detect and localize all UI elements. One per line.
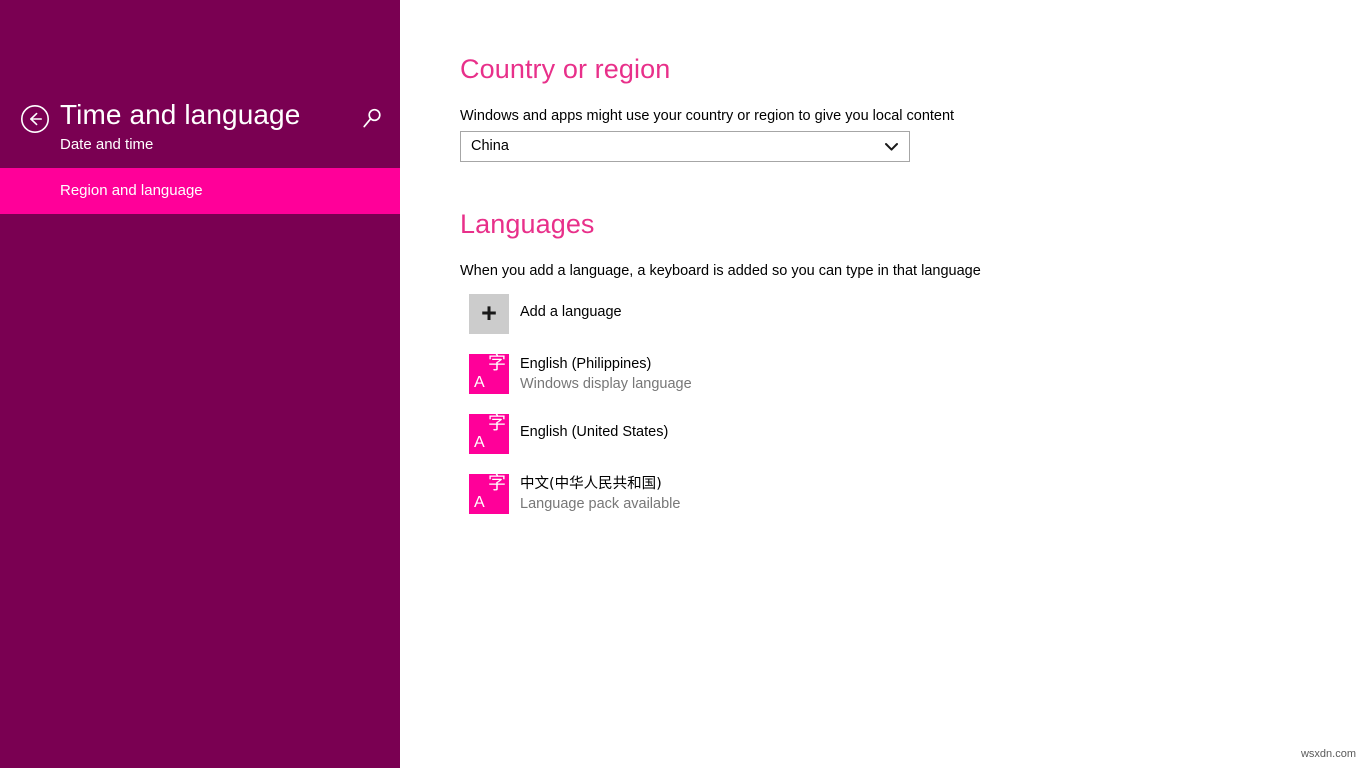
language-texts: 中文(中华人民共和国) Language pack available <box>520 474 680 514</box>
language-status: Language pack available <box>520 494 680 514</box>
watermark: wsxdn.com <box>1301 748 1356 760</box>
country-select-value: China <box>471 132 509 161</box>
sidebar-nav-list: Date and time Region and language <box>0 122 400 214</box>
han-glyph: 字 <box>488 355 506 373</box>
language-tile-icon: 字 A <box>469 414 509 454</box>
latin-a-glyph: A <box>474 375 485 391</box>
latin-a-glyph: A <box>474 495 485 511</box>
country-or-region-select[interactable]: China <box>460 131 910 162</box>
language-list: + Add a language 字 A English (Philippine… <box>460 294 1160 534</box>
language-name: 中文(中华人民共和国) <box>520 474 680 494</box>
language-status: Windows display language <box>520 374 692 394</box>
sidebar-header: Time and language <box>0 48 400 94</box>
sidebar-item-region-and-language[interactable]: Region and language <box>0 168 400 214</box>
sidebar-item-date-and-time[interactable]: Date and time <box>0 122 400 168</box>
latin-a-glyph: A <box>474 435 485 451</box>
languages-section-heading: Languages <box>460 209 595 240</box>
pc-settings-window: Time and language Date and time Region a… <box>0 0 1366 768</box>
language-tile-icon: 字 A <box>469 354 509 394</box>
country-section-heading: Country or region <box>460 54 670 85</box>
list-item[interactable]: 字 A 中文(中华人民共和国) Language pack available <box>460 474 1160 534</box>
language-name: English (United States) <box>520 422 668 442</box>
list-item[interactable]: 字 A English (Philippines) Windows displa… <box>460 354 1160 414</box>
sidebar: Time and language Date and time Region a… <box>0 0 400 768</box>
add-a-language-row[interactable]: + Add a language <box>460 294 1160 354</box>
languages-section-description: When you add a language, a keyboard is a… <box>460 263 981 279</box>
language-texts: English (Philippines) Windows display la… <box>520 354 692 394</box>
chevron-down-icon <box>884 140 899 154</box>
sidebar-item-label: Date and time <box>60 136 153 153</box>
add-a-language-texts: Add a language <box>520 302 622 322</box>
country-section-description: Windows and apps might use your country … <box>460 108 954 124</box>
sidebar-item-label: Region and language <box>60 182 203 199</box>
plus-icon: + <box>469 294 509 334</box>
add-a-language-label: Add a language <box>520 302 622 322</box>
language-texts: English (United States) <box>520 422 668 442</box>
language-tile-icon: 字 A <box>469 474 509 514</box>
han-glyph: 字 <box>488 415 506 433</box>
list-item[interactable]: 字 A English (United States) <box>460 414 1160 474</box>
content-pane: Country or region Windows and apps might… <box>400 0 1366 768</box>
han-glyph: 字 <box>488 475 506 493</box>
language-name: English (Philippines) <box>520 354 692 374</box>
plus-glyph: + <box>469 294 509 334</box>
